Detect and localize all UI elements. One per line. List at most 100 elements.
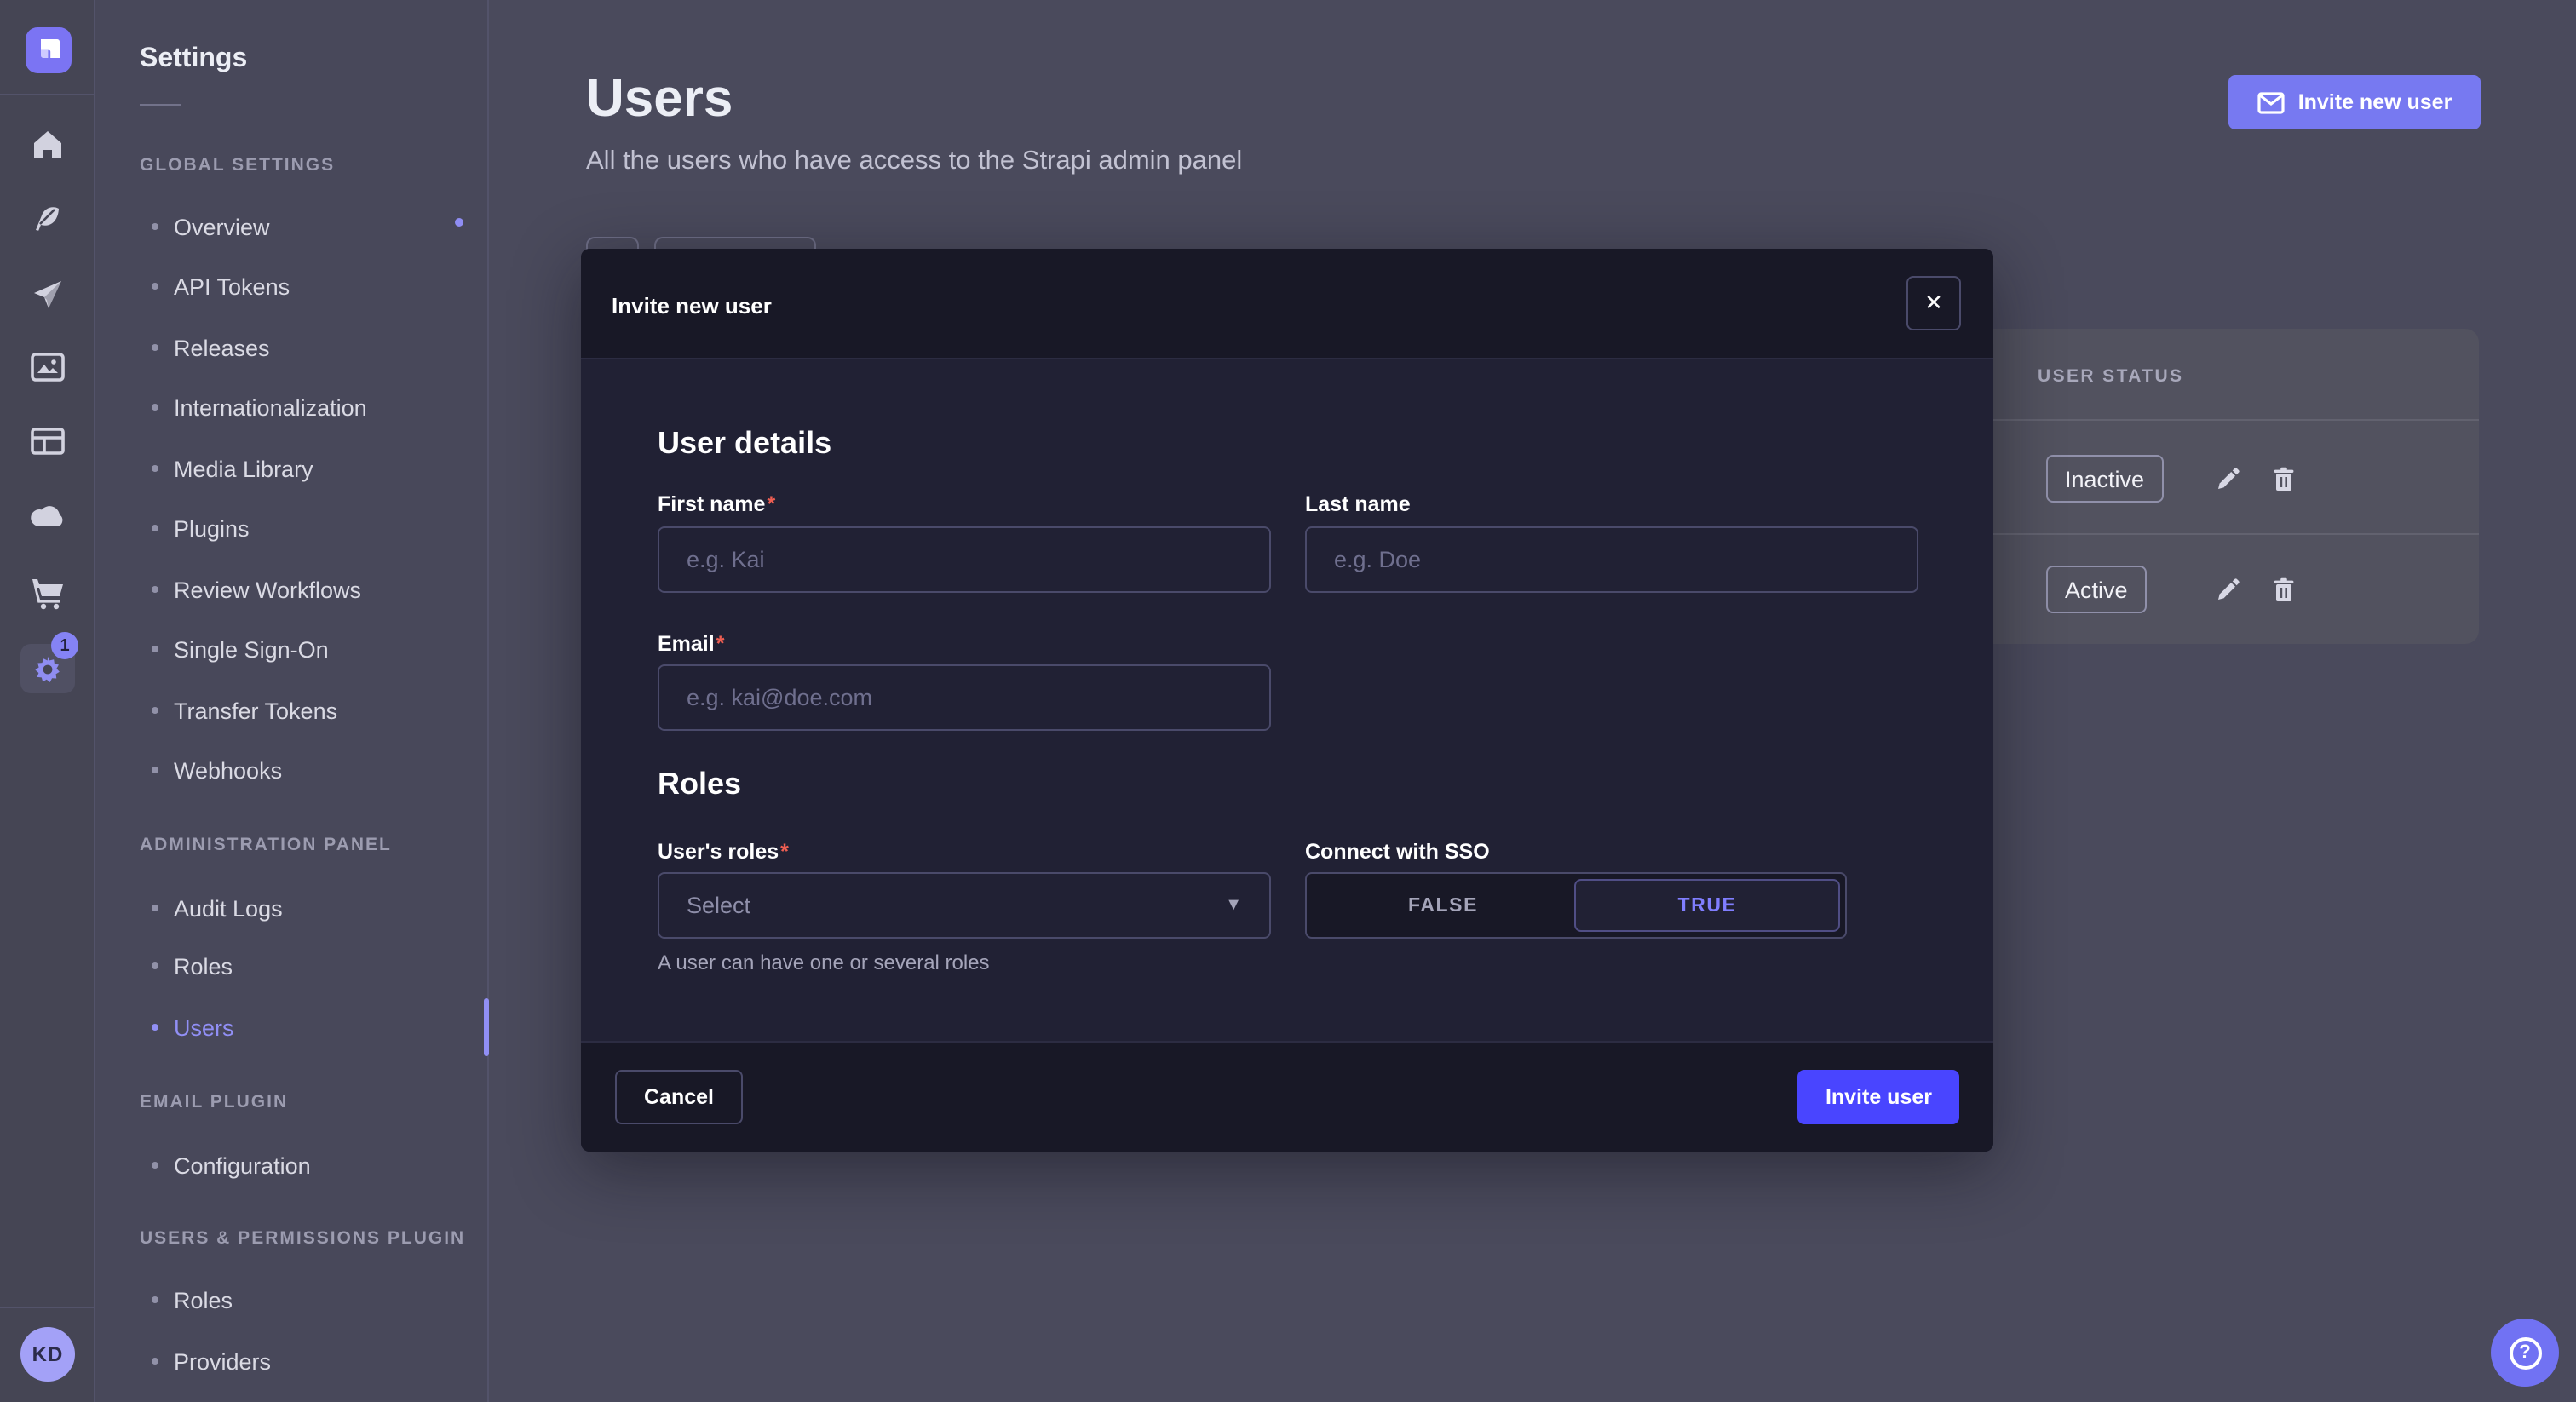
delete-user-button[interactable] <box>2263 569 2303 610</box>
section-email-plugin: EMAIL PLUGIN <box>140 1092 288 1112</box>
bullet-icon <box>152 223 158 230</box>
settings-notification-badge: 1 <box>51 632 78 659</box>
sidebar-title: Settings <box>140 44 247 75</box>
bullet-icon <box>152 465 158 472</box>
sidebar-item-users[interactable]: Users <box>95 1007 489 1048</box>
email-field[interactable] <box>658 664 1271 731</box>
sidebar-item-roles-up[interactable]: Roles <box>95 1279 489 1320</box>
sidebar-item-api-tokens[interactable]: API Tokens <box>95 266 489 307</box>
bullet-icon <box>152 1162 158 1169</box>
overview-notification-dot <box>455 218 463 227</box>
images-icon[interactable] <box>0 353 95 382</box>
roles-helper-text: A user can have one or several roles <box>658 951 990 974</box>
user-avatar[interactable]: KD <box>20 1327 75 1382</box>
rail-divider <box>0 94 95 95</box>
sidebar-item-internationalization[interactable]: Internationalization <box>95 387 489 428</box>
sidebar-item-configuration[interactable]: Configuration <box>95 1145 489 1186</box>
modal-header: Invite new user ✕ <box>581 249 1993 359</box>
email-label: Email* <box>658 632 724 656</box>
invite-user-button[interactable]: Invite user <box>1798 1070 1959 1124</box>
bullet-icon <box>152 344 158 351</box>
sidebar-item-transfer-tokens[interactable]: Transfer Tokens <box>95 690 489 731</box>
rail-divider <box>0 1307 95 1308</box>
user-status-column-header: USER STATUS <box>2038 366 2183 387</box>
pencil-icon <box>2214 577 2240 602</box>
trash-icon <box>2272 577 2294 602</box>
chevron-down-icon: ▼ <box>1225 896 1242 915</box>
envelope-icon <box>2257 91 2285 113</box>
bullet-icon <box>152 1024 158 1031</box>
roles-select-value: Select <box>687 893 1225 918</box>
sso-toggle-false[interactable]: FALSE <box>1312 879 1574 932</box>
bullet-icon <box>152 707 158 714</box>
cancel-button[interactable]: Cancel <box>615 1070 743 1124</box>
page-title: Users <box>586 68 733 129</box>
bullet-icon <box>152 1296 158 1303</box>
sidebar-item-releases[interactable]: Releases <box>95 327 489 368</box>
strapi-logo[interactable] <box>26 27 72 73</box>
last-name-field[interactable] <box>1305 526 1918 593</box>
roles-select[interactable]: Select ▼ <box>658 872 1271 939</box>
strapi-logo-icon <box>36 37 61 63</box>
bullet-icon <box>152 1358 158 1365</box>
sidebar-item-audit-logs[interactable]: Audit Logs <box>95 888 489 928</box>
cart-icon[interactable] <box>0 577 95 610</box>
sso-toggle: FALSE TRUE <box>1305 872 1847 939</box>
sso-toggle-true[interactable]: TRUE <box>1574 879 1840 932</box>
close-icon[interactable]: ✕ <box>1906 276 1961 330</box>
last-name-label: Last name <box>1305 492 1411 516</box>
trash-icon <box>2272 466 2294 491</box>
question-mark-icon: ? <box>2509 1336 2541 1369</box>
nav-rail: 1 KD <box>0 0 95 1402</box>
required-asterisk: * <box>767 492 775 516</box>
layout-icon[interactable] <box>0 428 95 455</box>
modal-title: Invite new user <box>612 293 772 319</box>
strapi-admin: Users All the users who have access to t… <box>0 0 2576 1402</box>
section-users-permissions-plugin: USERS & PERMISSIONS PLUGIN <box>140 1228 465 1249</box>
bullet-icon <box>152 905 158 911</box>
home-icon[interactable] <box>0 128 95 162</box>
feather-icon[interactable] <box>0 203 95 237</box>
sidebar-item-review-workflows[interactable]: Review Workflows <box>95 569 489 610</box>
cloud-icon[interactable] <box>0 504 95 528</box>
help-button[interactable]: ? <box>2491 1319 2559 1387</box>
section-global-settings: GLOBAL SETTINGS <box>140 155 335 175</box>
send-icon[interactable] <box>0 278 95 312</box>
bullet-icon <box>152 646 158 652</box>
sidebar-item-overview[interactable]: Overview <box>95 206 489 247</box>
edit-user-button[interactable] <box>2206 569 2247 610</box>
sidebar-item-providers[interactable]: Providers <box>95 1341 489 1382</box>
sidebar-item-roles-admin[interactable]: Roles <box>95 945 489 986</box>
invite-new-user-label: Invite new user <box>2298 90 2452 114</box>
edit-user-button[interactable] <box>2206 458 2247 499</box>
status-badge: Inactive <box>2046 455 2163 503</box>
modal-footer: Cancel Invite user <box>581 1041 1993 1152</box>
bullet-icon <box>152 767 158 773</box>
roles-heading: Roles <box>658 767 741 802</box>
bullet-icon <box>152 404 158 411</box>
invite-new-user-button[interactable]: Invite new user <box>2228 75 2481 129</box>
bullet-icon <box>152 962 158 969</box>
title-divider <box>140 104 181 106</box>
invite-user-modal: Invite new user ✕ User details First nam… <box>581 249 1993 1152</box>
user-details-heading: User details <box>658 426 831 462</box>
sidebar-item-media-library[interactable]: Media Library <box>95 448 489 489</box>
sidebar-item-single-sign-on[interactable]: Single Sign-On <box>95 629 489 669</box>
active-item-indicator <box>484 998 489 1056</box>
required-asterisk: * <box>716 632 725 656</box>
settings-sidebar: Settings GLOBAL SETTINGS Overview API To… <box>95 0 489 1402</box>
status-badge: Active <box>2046 566 2147 613</box>
required-asterisk: * <box>780 840 789 864</box>
pencil-icon <box>2214 466 2240 491</box>
connect-sso-label: Connect with SSO <box>1305 840 1490 864</box>
first-name-field[interactable] <box>658 526 1271 593</box>
sidebar-item-plugins[interactable]: Plugins <box>95 508 489 549</box>
section-administration-panel: ADMINISTRATION PANEL <box>140 835 392 855</box>
bullet-icon <box>152 525 158 531</box>
bullet-icon <box>152 586 158 593</box>
page-subtitle: All the users who have access to the Str… <box>586 147 1242 177</box>
sidebar-item-webhooks[interactable]: Webhooks <box>95 750 489 790</box>
bullet-icon <box>152 283 158 290</box>
first-name-label: First name* <box>658 492 775 516</box>
delete-user-button[interactable] <box>2263 458 2303 499</box>
